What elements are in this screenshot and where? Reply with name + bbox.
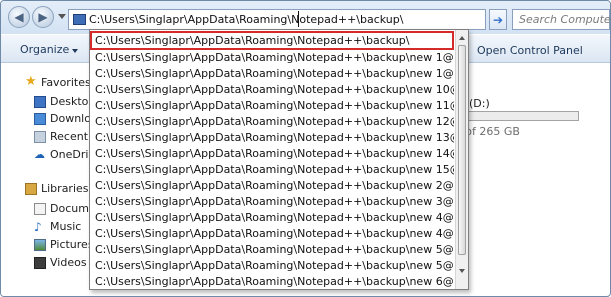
recent-places-icon <box>34 131 46 143</box>
star-icon: ★ <box>25 74 37 89</box>
desktop-icon <box>34 96 46 108</box>
address-bar[interactable]: C:\Users\Singlapr\AppData\Roaming\Notepa… <box>68 9 549 30</box>
scrollbar-thumb[interactable] <box>458 45 466 255</box>
forward-arrow-icon: ▶ <box>38 10 48 24</box>
drive-usage-bar <box>459 111 579 121</box>
address-path[interactable]: C:\Users\Singlapr\AppData\Roaming\Notepa… <box>89 13 403 26</box>
nav-libraries-label: Libraries <box>41 182 89 195</box>
go-arrow-icon: ➔ <box>492 12 504 27</box>
explorer-window: ◀ ▶ C:\Users\Singlapr\AppData\Roaming\No… <box>0 0 611 297</box>
open-control-panel-button[interactable]: Open Control Panel <box>477 44 583 57</box>
forward-button[interactable]: ▶ <box>32 6 54 28</box>
address-history-dropdown: C:\Users\Singlapr\AppData\Roaming\Notepa… <box>89 29 469 290</box>
dropdown-scrollbar[interactable] <box>455 30 468 289</box>
scroll-up-icon[interactable] <box>459 36 465 40</box>
nav-pictures-label: Pictures <box>50 238 94 251</box>
go-button[interactable]: ➔ <box>489 9 507 30</box>
dropdown-item-current[interactable]: C:\Users\Singlapr\AppData\Roaming\Notepa… <box>90 31 454 50</box>
navigation-pane: ★ Favorites Desktop Downloads Recent Pla… <box>1 64 127 296</box>
back-button[interactable]: ◀ <box>8 6 30 28</box>
pictures-icon <box>34 239 46 251</box>
nav-music-label: Music <box>50 220 82 233</box>
search-placeholder: Search Computer <box>519 13 611 26</box>
libraries-icon <box>25 183 37 195</box>
nav-videos-label: Videos <box>50 256 87 269</box>
dropdown-item[interactable]: C:\Users\Singlapr\AppData\Roaming\Notepa… <box>90 273 454 289</box>
music-note-icon: ♪ <box>34 220 42 234</box>
organize-button[interactable]: Organize <box>20 43 69 56</box>
text-cursor <box>298 11 299 27</box>
cloud-icon: ☁ <box>34 148 45 161</box>
downloads-icon <box>34 113 46 125</box>
videos-icon <box>34 257 46 269</box>
search-input[interactable]: Search Computer <box>512 9 610 30</box>
organize-dropdown-icon[interactable] <box>72 49 78 53</box>
computer-icon <box>73 14 86 25</box>
documents-icon <box>34 203 46 215</box>
drive-label[interactable]: (D:) <box>469 97 490 110</box>
nav-favorites-label: Favorites <box>41 76 91 89</box>
scroll-down-icon[interactable] <box>459 269 465 273</box>
back-arrow-icon: ◀ <box>14 10 24 24</box>
recent-pages-dropdown-icon[interactable] <box>58 14 66 19</box>
